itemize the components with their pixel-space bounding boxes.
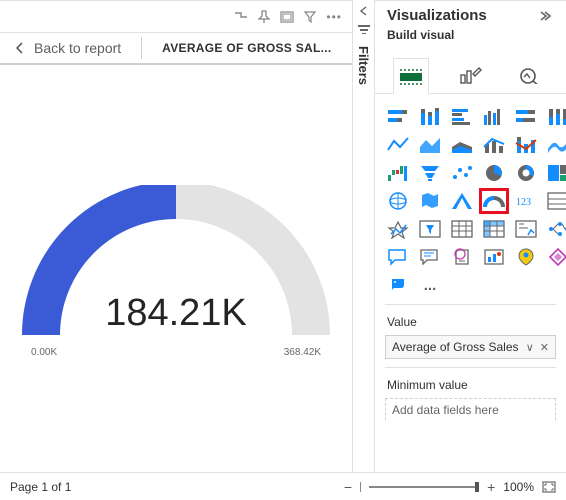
viz-pane-subtitle: Build visual — [375, 28, 566, 50]
report-canvas-column: ••• Back to report AVERAGE OF GROSS SAL.… — [0, 0, 353, 472]
viz-type-line[interactable] — [385, 134, 411, 156]
viz-type-smart-narrative[interactable] — [417, 246, 443, 268]
svg-text:123: 123 — [516, 197, 531, 208]
viz-type-clustered-bar[interactable] — [449, 106, 475, 128]
focus-mode-icon[interactable] — [280, 11, 294, 23]
drill-up-icon[interactable] — [234, 12, 248, 22]
visual-subheader: Back to report AVERAGE OF GROSS SAL... — [0, 33, 352, 65]
viz-type-gauge[interactable] — [481, 190, 507, 212]
viz-type-card[interactable]: 123 — [513, 190, 539, 212]
viz-more-button[interactable]: ... — [417, 274, 443, 296]
viz-type-pie[interactable] — [481, 162, 507, 184]
viz-type-line-stacked-column[interactable] — [513, 134, 539, 156]
divider — [141, 37, 142, 59]
viz-type-stacked-bar-100[interactable] — [513, 106, 539, 128]
collapse-viz-pane-icon[interactable] — [540, 11, 554, 21]
pin-icon[interactable] — [258, 10, 270, 24]
viz-type-power-apps[interactable] — [545, 246, 566, 268]
viz-type-decomposition-tree[interactable] — [545, 218, 566, 240]
viz-type-paginated[interactable] — [449, 246, 475, 268]
gauge-max-label: 368.42K — [284, 347, 321, 358]
expand-filters-icon[interactable] — [358, 6, 370, 16]
visualizations-pane: Visualizations Build visual 123... Value… — [375, 0, 566, 472]
viz-type-stacked-area[interactable] — [449, 134, 475, 156]
field-section-min-label: Minimum value — [385, 376, 556, 398]
viz-type-matrix[interactable] — [481, 218, 507, 240]
viz-pane-tabs — [375, 50, 566, 94]
gauge-visual[interactable]: 184.21K 0.00K 368.42K — [0, 185, 352, 340]
page-indicator[interactable]: Page 1 of 1 — [10, 480, 71, 494]
filters-pane-collapsed: Filters — [353, 0, 375, 472]
zoom-in-button[interactable]: + — [487, 479, 495, 495]
zoom-percent[interactable]: 100% — [503, 480, 534, 494]
viz-type-ribbon[interactable] — [545, 134, 566, 156]
viz-type-table[interactable] — [449, 218, 475, 240]
field-section-value-label: Value — [385, 313, 556, 335]
viz-type-filled-map[interactable] — [417, 190, 443, 212]
filters-label[interactable]: Filters — [356, 46, 371, 85]
field-menu-icon[interactable]: ∨ — [526, 341, 534, 354]
back-label: Back to report — [34, 40, 121, 56]
viz-type-stacked-column-100[interactable] — [545, 106, 566, 128]
visual-header-toolbar: ••• — [0, 0, 352, 33]
viz-type-line-clustered-column[interactable] — [481, 134, 507, 156]
field-well-value[interactable]: Average of Gross Sales ∨ ✕ — [385, 335, 556, 359]
gauge-min-label: 0.00K — [31, 347, 57, 358]
viz-type-slicer[interactable] — [417, 218, 443, 240]
tab-analytics[interactable] — [512, 57, 548, 93]
viz-type-waterfall[interactable] — [385, 162, 411, 184]
visual-title: AVERAGE OF GROSS SAL... — [162, 41, 338, 55]
filter-icon[interactable] — [304, 11, 316, 23]
field-remove-icon[interactable]: ✕ — [540, 341, 549, 354]
tab-format-visual[interactable] — [453, 57, 489, 93]
status-bar: Page 1 of 1 − + 100% — [0, 472, 566, 500]
viz-type-stacked-column[interactable] — [417, 106, 443, 128]
viz-type-multi-row-card[interactable] — [545, 190, 566, 212]
tab-build-visual[interactable] — [393, 58, 429, 94]
viz-type-map[interactable] — [385, 190, 411, 212]
filters-icon — [357, 24, 371, 34]
zoom-slider[interactable] — [369, 486, 479, 488]
viz-type-donut[interactable] — [513, 162, 539, 184]
viz-type-python[interactable] — [385, 274, 411, 296]
viz-type-data-story[interactable] — [481, 246, 507, 268]
zoom-fit-icon[interactable] — [542, 481, 556, 493]
back-to-report-button[interactable]: Back to report — [14, 40, 121, 56]
viz-type-scatter[interactable] — [449, 162, 475, 184]
viz-pane-title: Visualizations — [387, 7, 532, 24]
viz-type-kpi[interactable] — [385, 218, 411, 240]
gauge-value: 184.21K — [21, 292, 331, 335]
canvas-area: 184.21K 0.00K 368.42K — [0, 65, 352, 472]
field-value-text: Average of Gross Sales — [392, 340, 520, 354]
viz-type-funnel[interactable] — [417, 162, 443, 184]
viz-type-treemap[interactable] — [545, 162, 566, 184]
more-options-icon[interactable]: ••• — [326, 10, 342, 24]
visual-type-grid: 123... — [385, 106, 556, 296]
viz-type-r-visual[interactable] — [513, 218, 539, 240]
viz-type-qa[interactable] — [385, 246, 411, 268]
field-well-min-placeholder[interactable]: Add data fields here — [385, 398, 556, 420]
viz-type-clustered-column[interactable] — [481, 106, 507, 128]
viz-type-area[interactable] — [417, 134, 443, 156]
zoom-out-button[interactable]: − — [344, 479, 352, 495]
zoom-control: − + 100% — [344, 479, 556, 495]
viz-type-stacked-bar[interactable] — [385, 106, 411, 128]
viz-type-azure-map[interactable] — [449, 190, 475, 212]
viz-type-arcgis[interactable] — [513, 246, 539, 268]
